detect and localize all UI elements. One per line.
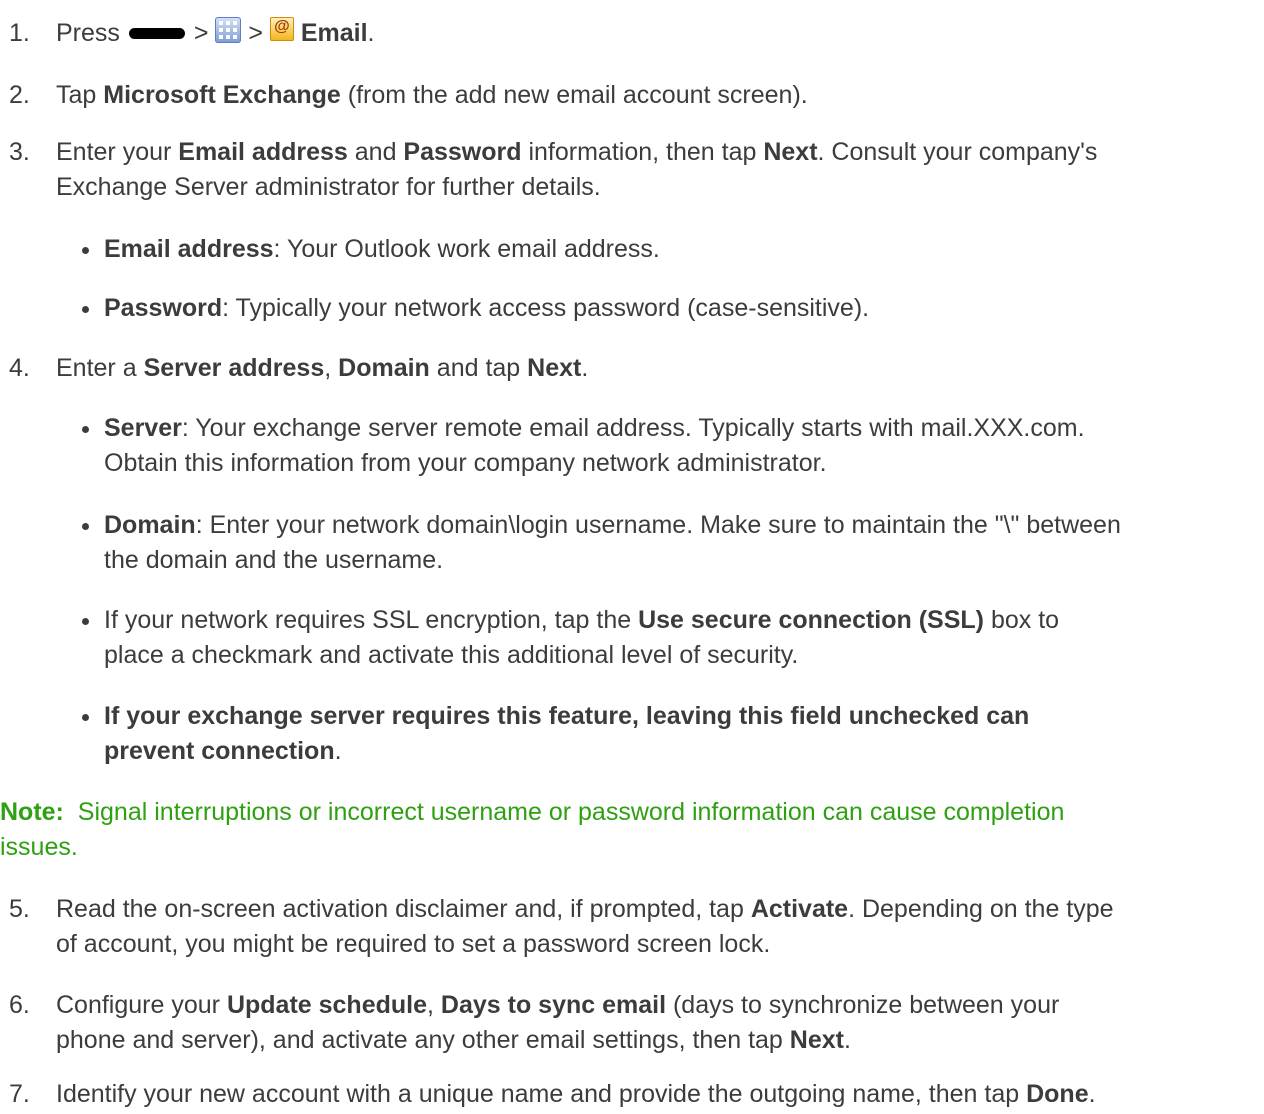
step-number: 3. (9, 138, 30, 166)
bullet-warning: If your exchange server requires this fe… (82, 699, 1257, 769)
bullet-dot (82, 714, 89, 721)
bullet-dot (82, 247, 89, 254)
step-7: 7. Identify your new account with a uniq… (9, 1077, 1259, 1112)
step-text: Configure your Update schedule, Days to … (56, 991, 1060, 1054)
step-1: 1. Press > > @ Email. (9, 16, 1249, 51)
bullet-dot (82, 426, 89, 433)
bullet-server: Server: Your exchange server remote emai… (82, 411, 1257, 481)
step-number: 5. (9, 895, 30, 923)
bullet-ssl: If your network requires SSL encryption,… (82, 603, 1257, 673)
bullet-dot (82, 618, 89, 625)
step-text: Tap Microsoft Exchange (from the add new… (56, 81, 808, 109)
step-text: Enter your Email address and Password in… (56, 138, 1098, 201)
bullet-dot (82, 523, 89, 530)
bullet-password: Password: Typically your network access … (82, 291, 1252, 326)
menu-key-icon (128, 27, 185, 39)
bullet-email-address: Email address: Your Outlook work email a… (82, 232, 1252, 267)
step-number: 4. (9, 354, 30, 382)
step-4: 4. Enter a Server address, Domain and ta… (9, 351, 1249, 386)
apps-grid-icon (215, 17, 242, 43)
step-text: Read the on-screen activation disclaimer… (56, 895, 1114, 958)
step-text: Enter a Server address, Domain and tap N… (56, 354, 589, 382)
step-number: 6. (9, 991, 30, 1019)
bullet-dot (82, 306, 89, 313)
step-text: Press > > @ Email. (56, 17, 375, 47)
note: Note: Signal interruptions or incorrect … (0, 798, 1065, 861)
step-number: 2. (9, 81, 30, 109)
note-label: Note: (0, 798, 64, 826)
bullet-domain: Domain: Enter your network domain\login … (82, 508, 1262, 578)
step-5: 5. Read the on-screen activation disclai… (9, 892, 1259, 962)
email-app-icon: @ (269, 17, 294, 41)
step-2: 2. Tap Microsoft Exchange (from the add … (9, 78, 1249, 113)
step-text: Identify your new account with a unique … (56, 1080, 1096, 1108)
step-number: 1. (9, 19, 30, 47)
step-3: 3. Enter your Email address and Password… (9, 135, 1259, 205)
step-number: 7. (9, 1080, 30, 1108)
instructions-page: 1. Press > > @ Email. 2. Tap Microsoft E… (0, 0, 1264, 1114)
step-6: 6. Configure your Update schedule, Days … (9, 988, 1259, 1058)
